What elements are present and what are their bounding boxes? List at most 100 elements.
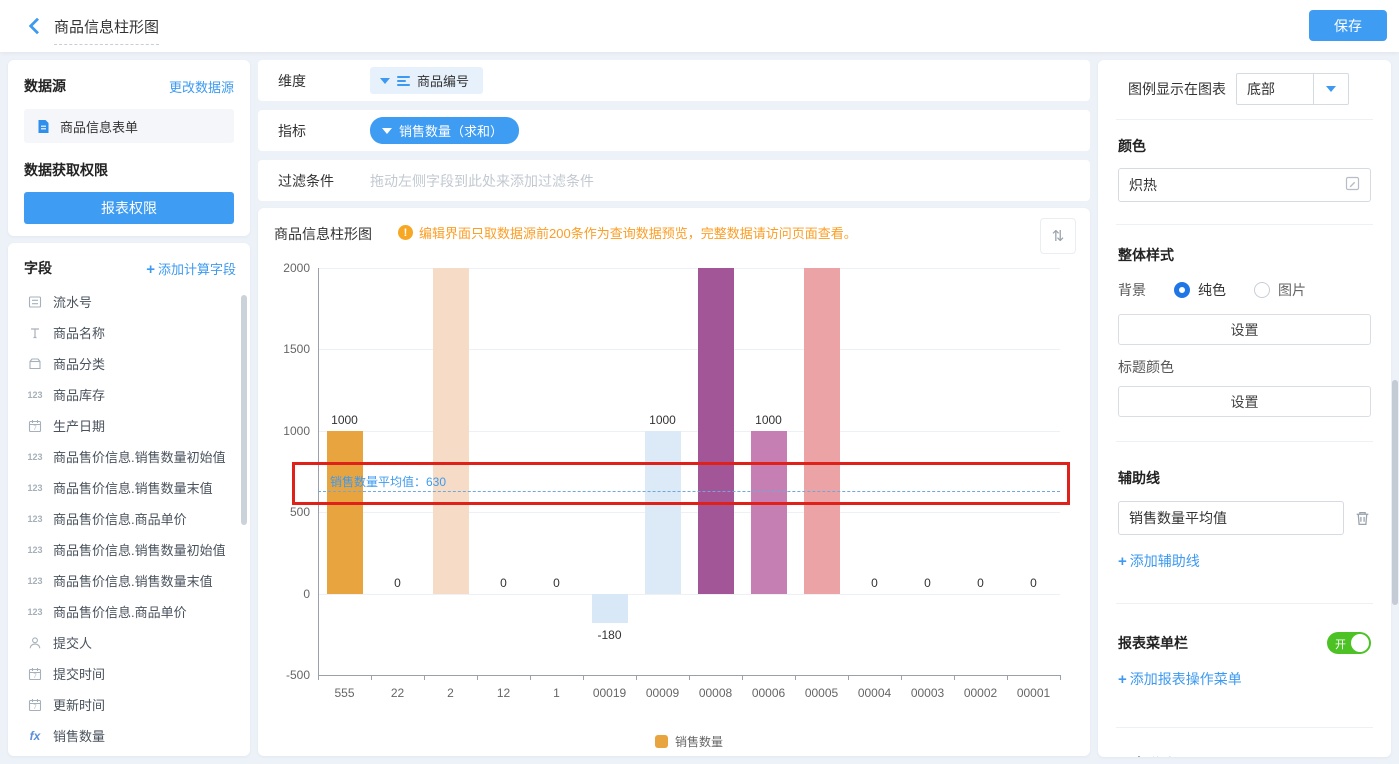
filter-row[interactable]: 过滤条件 拖动左侧字段到此处来添加过滤条件: [258, 160, 1090, 201]
color-theme-value: 炽热: [1129, 175, 1157, 195]
bar[interactable]: [433, 268, 469, 594]
bar-value-label: 0: [845, 576, 905, 590]
title-color-set-button[interactable]: 设置: [1118, 386, 1371, 417]
add-report-menu-link[interactable]: 添加报表操作菜单: [1118, 669, 1242, 689]
radio-selected-icon: [1174, 282, 1190, 298]
x-axis-tick: [901, 675, 902, 680]
field-item[interactable]: 123商品售价信息.商品单价: [24, 596, 240, 627]
edit-icon[interactable]: [1345, 176, 1360, 194]
bar[interactable]: [698, 268, 734, 594]
radio-image[interactable]: 图片: [1254, 280, 1306, 300]
report-permission-button[interactable]: 报表权限: [24, 192, 234, 224]
field-item[interactable]: 商品名称: [24, 317, 240, 348]
radio-solid-color[interactable]: 纯色: [1174, 280, 1226, 300]
bar[interactable]: [592, 594, 628, 623]
color-title: 颜色: [1118, 136, 1371, 156]
field-label: 流水号: [53, 292, 92, 311]
x-axis-tick: [424, 675, 425, 680]
permission-title: 数据获取权限: [24, 160, 234, 180]
x-axis-category-label: 00006: [742, 686, 795, 700]
trash-icon[interactable]: [1354, 510, 1371, 527]
field-item[interactable]: 123商品库存: [24, 379, 240, 410]
bar[interactable]: [804, 268, 840, 594]
radio-unselected-icon: [1254, 282, 1270, 298]
field-item[interactable]: 123商品售价信息.销售数量末值: [24, 565, 240, 596]
select-dropdown-button[interactable]: [1313, 74, 1348, 104]
calendar-icon: 7: [26, 697, 44, 713]
reference-line-label: 销售数量平均值：630: [330, 473, 446, 490]
field-item[interactable]: 123商品售价信息.销售数量末值: [24, 472, 240, 503]
x-axis-tick: [795, 675, 796, 680]
page-scrollbar[interactable]: [1392, 380, 1398, 605]
datasource-panel: 数据源 更改数据源 商品信息表单 数据获取权限 报表权限: [8, 60, 250, 236]
number-icon: 123: [26, 480, 44, 496]
chart-legend[interactable]: 销售数量: [318, 733, 1060, 750]
bar-value-label: 1000: [633, 413, 693, 427]
field-label: 生产日期: [53, 416, 105, 435]
field-label: 商品售价信息.销售数量末值: [53, 571, 213, 590]
serial-icon: [26, 294, 44, 310]
plus-icon: [146, 262, 158, 277]
menu-bar-toggle[interactable]: 开: [1327, 632, 1371, 654]
color-theme-input[interactable]: 炽热: [1118, 168, 1371, 202]
x-axis-category-label: 00001: [1007, 686, 1060, 700]
bar[interactable]: [327, 431, 363, 594]
number-icon: 123: [26, 511, 44, 527]
add-calc-field-link[interactable]: 添加计算字段: [146, 259, 236, 278]
x-axis-tick: [371, 675, 372, 680]
field-item[interactable]: 123商品售价信息.销售数量初始值: [24, 441, 240, 472]
x-axis-category-label: 00003: [901, 686, 954, 700]
field-item[interactable]: 7提交时间: [24, 658, 240, 689]
x-axis-tick: [742, 675, 743, 680]
field-item[interactable]: 提交人: [24, 627, 240, 658]
refline-input[interactable]: 销售数量平均值: [1118, 501, 1344, 535]
field-label: 销售数量: [53, 726, 105, 745]
y-axis-tick-label: -500: [268, 668, 310, 682]
dimension-pill[interactable]: 商品编号: [370, 67, 483, 94]
x-axis-category-label: 00002: [954, 686, 1007, 700]
x-axis-tick: [530, 675, 531, 680]
metric-pill[interactable]: 销售数量（求和）: [370, 117, 519, 144]
background-set-button[interactable]: 设置: [1118, 314, 1371, 345]
field-item[interactable]: 7生产日期: [24, 410, 240, 441]
plus-icon: [1118, 671, 1130, 687]
bar-value-label: 0: [474, 576, 534, 590]
x-axis-tick: [954, 675, 955, 680]
field-label: 提交时间: [53, 664, 105, 683]
number-icon: 123: [26, 449, 44, 465]
chevron-down-icon: [382, 128, 392, 134]
metric-label: 指标: [258, 121, 370, 141]
fields-scrollbar[interactable]: [241, 295, 247, 525]
change-datasource-link[interactable]: 更改数据源: [169, 77, 234, 96]
x-axis-tick: [848, 675, 849, 680]
x-axis-tick: [583, 675, 584, 680]
field-item[interactable]: 流水号: [24, 286, 240, 317]
field-item[interactable]: 7 更新时间: [24, 689, 240, 720]
field-label: 更新时间: [53, 695, 105, 714]
x-axis-category-label: 22: [371, 686, 424, 700]
fields-title: 字段: [24, 258, 52, 278]
field-item[interactable]: 123商品售价信息.销售数量初始值: [24, 534, 240, 565]
field-item[interactable]: 123商品售价信息.商品单价: [24, 503, 240, 534]
field-label: 商品库存: [53, 385, 105, 404]
bar[interactable]: [751, 431, 787, 594]
x-axis-category-label: 00008: [689, 686, 742, 700]
x-axis-tick: [636, 675, 637, 680]
bar[interactable]: [645, 431, 681, 594]
bar-chart: 2000150010005000-50010005550222000201201…: [258, 208, 1090, 756]
save-button[interactable]: 保存: [1309, 10, 1387, 41]
field-item[interactable]: 商品分类: [24, 348, 240, 379]
dimension-row: 维度 商品编号: [258, 60, 1090, 101]
datasource-item[interactable]: 商品信息表单: [24, 109, 234, 143]
bar-value-label: 0: [368, 576, 428, 590]
field-item[interactable]: fx销售数量: [24, 720, 240, 751]
settings-panel: 图例显示在图表 底部 颜色 炽热 整体样式 背景 纯色 图片 设置 标题颜色 设…: [1098, 60, 1391, 757]
legend-position-select[interactable]: 底部: [1236, 73, 1349, 105]
back-button[interactable]: [26, 16, 46, 36]
gridline: [318, 512, 1060, 513]
field-label: 商品名称: [53, 323, 105, 342]
add-refline-link[interactable]: 添加辅助线: [1118, 551, 1200, 571]
x-axis-category-label: 12: [477, 686, 530, 700]
chevron-down-icon: [380, 78, 390, 84]
x-axis-category-label: 1: [530, 686, 583, 700]
